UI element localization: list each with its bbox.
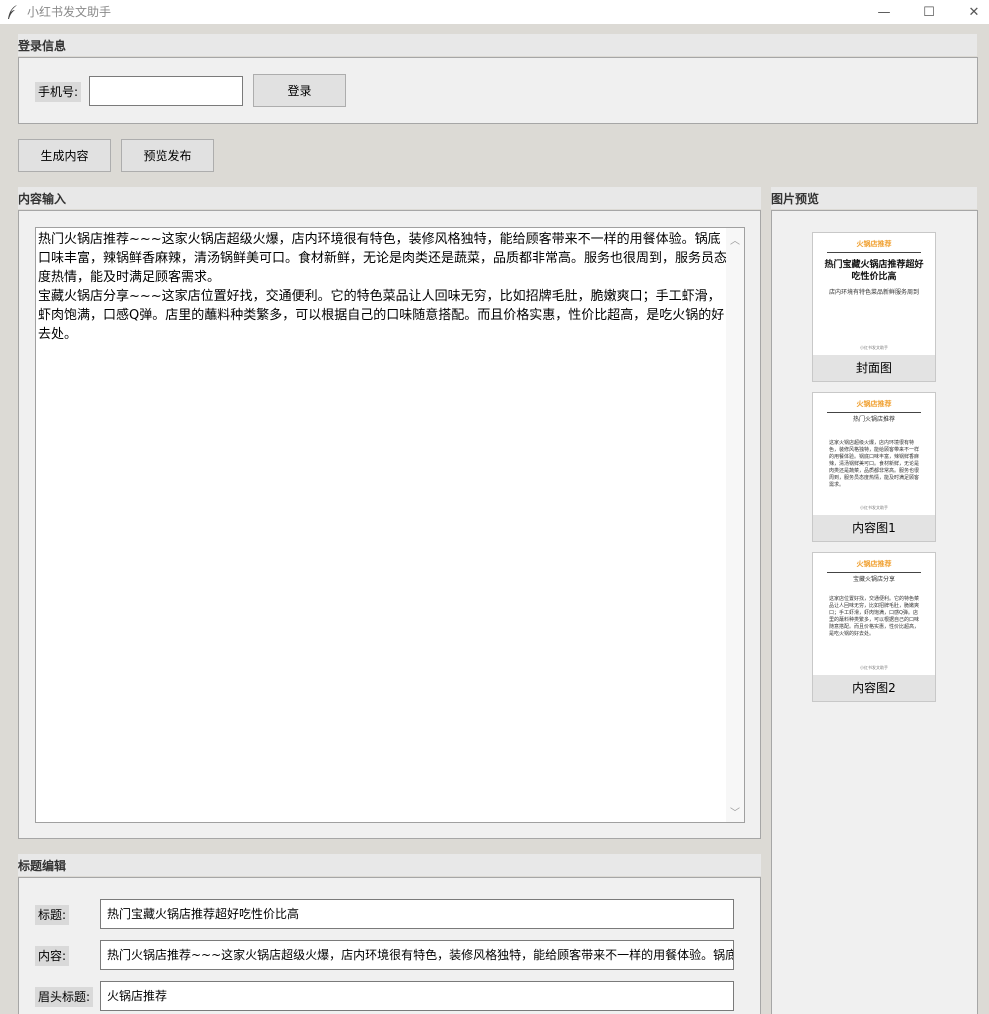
content-image-1: 火锅店推荐 热门火锅店推荐 这家火锅店超级火爆，店内环境很有特色，装修风格独特，… <box>813 393 935 515</box>
cover-image: 火锅店推荐 热门宝藏火锅店推荐超好吃性价比高 店内环境有特色菜品新鲜服务周到 小… <box>813 233 935 355</box>
phone-input[interactable] <box>89 76 243 106</box>
window-titlebar: 小红书发文助手 — ☐ ✕ <box>0 0 989 24</box>
login-frame: 手机号: 登录 <box>18 57 978 124</box>
content-image-1-card[interactable]: 火锅店推荐 热门火锅店推荐 这家火锅店超级火爆，店内环境很有特色，装修风格独特，… <box>812 392 936 542</box>
content-image-1-body: 这家火锅店超级火爆，店内环境很有特色，装修风格独特，能给顾客带来不一样的用餐体验… <box>829 440 920 488</box>
image-preview-section-title: 图片预览 <box>771 187 977 209</box>
cover-caption: 封面图 <box>813 355 935 381</box>
title-input[interactable]: 热门宝藏火锅店推荐超好吃性价比高 <box>100 899 734 929</box>
cover-footer: 小红书发文助手 <box>860 345 888 350</box>
cover-divider <box>827 252 921 253</box>
header-title-label: 眉头标题: <box>35 987 94 1007</box>
cover-subtitle: 店内环境有特色菜品新鲜服务周到 <box>828 289 919 296</box>
content-input-section-title: 内容输入 <box>18 187 761 209</box>
title-edit-frame: 标题: 热门宝藏火锅店推荐超好吃性价比高 内容: 热门火锅店推荐~~~这家火锅店… <box>18 877 761 1014</box>
content-image-2-title: 宝藏火锅店分享 <box>852 576 895 583</box>
maximize-button[interactable]: ☐ <box>906 0 952 24</box>
cover-image-card[interactable]: 火锅店推荐 热门宝藏火锅店推荐超好吃性价比高 店内环境有特色菜品新鲜服务周到 小… <box>812 232 936 382</box>
login-button[interactable]: 登录 <box>253 74 346 107</box>
content-textarea[interactable]: 热门火锅店推荐~~~这家火锅店超级火爆，店内环境很有特色，装修风格独特，能给顾客… <box>35 227 745 823</box>
login-section-title: 登录信息 <box>18 34 977 56</box>
phone-label: 手机号: <box>35 82 82 102</box>
minimize-button[interactable]: — <box>861 0 907 24</box>
content-image-1-category: 火锅店推荐 <box>856 400 892 408</box>
close-button[interactable]: ✕ <box>951 0 989 24</box>
preview-publish-button[interactable]: 预览发布 <box>121 139 214 172</box>
content-image-2-body: 这家店位置好找，交通便利。它的特色菜品让人回味无穷，比如招牌毛肚，脆嫩爽口；手工… <box>829 596 920 637</box>
content-text[interactable]: 热门火锅店推荐~~~这家火锅店超级火爆，店内环境很有特色，装修风格独特，能给顾客… <box>38 230 728 344</box>
content-scrollbar[interactable]: ︿ ﹀ <box>726 228 744 822</box>
title-edit-section-title: 标题编辑 <box>18 854 761 876</box>
content-image-1-caption: 内容图1 <box>813 515 935 541</box>
header-title-input[interactable]: 火锅店推荐 <box>100 981 734 1011</box>
feather-icon <box>8 5 17 19</box>
window-title: 小红书发文助手 <box>27 5 112 19</box>
cover-category: 火锅店推荐 <box>856 240 892 248</box>
content-input[interactable]: 热门火锅店推荐~~~这家火锅店超级火爆，店内环境很有特色，装修风格独特，能给顾客… <box>100 940 734 970</box>
content-image-2-category: 火锅店推荐 <box>856 560 892 568</box>
content-image-2: 火锅店推荐 宝藏火锅店分享 这家店位置好找，交通便利。它的特色菜品让人回味无穷，… <box>813 553 935 675</box>
content-image-1-divider <box>827 412 921 413</box>
content-image-2-footer: 小红书发文助手 <box>860 665 888 670</box>
title-label: 标题: <box>35 905 70 925</box>
content-image-2-caption: 内容图2 <box>813 675 935 701</box>
main-window: 登录信息 手机号: 登录 生成内容 预览发布 内容输入 热门火锅店推荐~~~这家… <box>0 24 989 1014</box>
content-image-2-divider <box>827 572 921 573</box>
content-image-1-title: 热门火锅店推荐 <box>852 416 895 423</box>
content-input-frame: 热门火锅店推荐~~~这家火锅店超级火爆，店内环境很有特色，装修风格独特，能给顾客… <box>18 210 761 839</box>
scroll-down-icon[interactable]: ﹀ <box>726 802 744 820</box>
cover-title: 热门宝藏火锅店推荐超好吃性价比高 <box>824 260 924 282</box>
generate-content-button[interactable]: 生成内容 <box>18 139 111 172</box>
content-image-2-card[interactable]: 火锅店推荐 宝藏火锅店分享 这家店位置好找，交通便利。它的特色菜品让人回味无穷，… <box>812 552 936 702</box>
content-image-1-footer: 小红书发文助手 <box>860 505 888 510</box>
content-label: 内容: <box>35 946 70 966</box>
scroll-up-icon[interactable]: ︿ <box>726 230 744 248</box>
